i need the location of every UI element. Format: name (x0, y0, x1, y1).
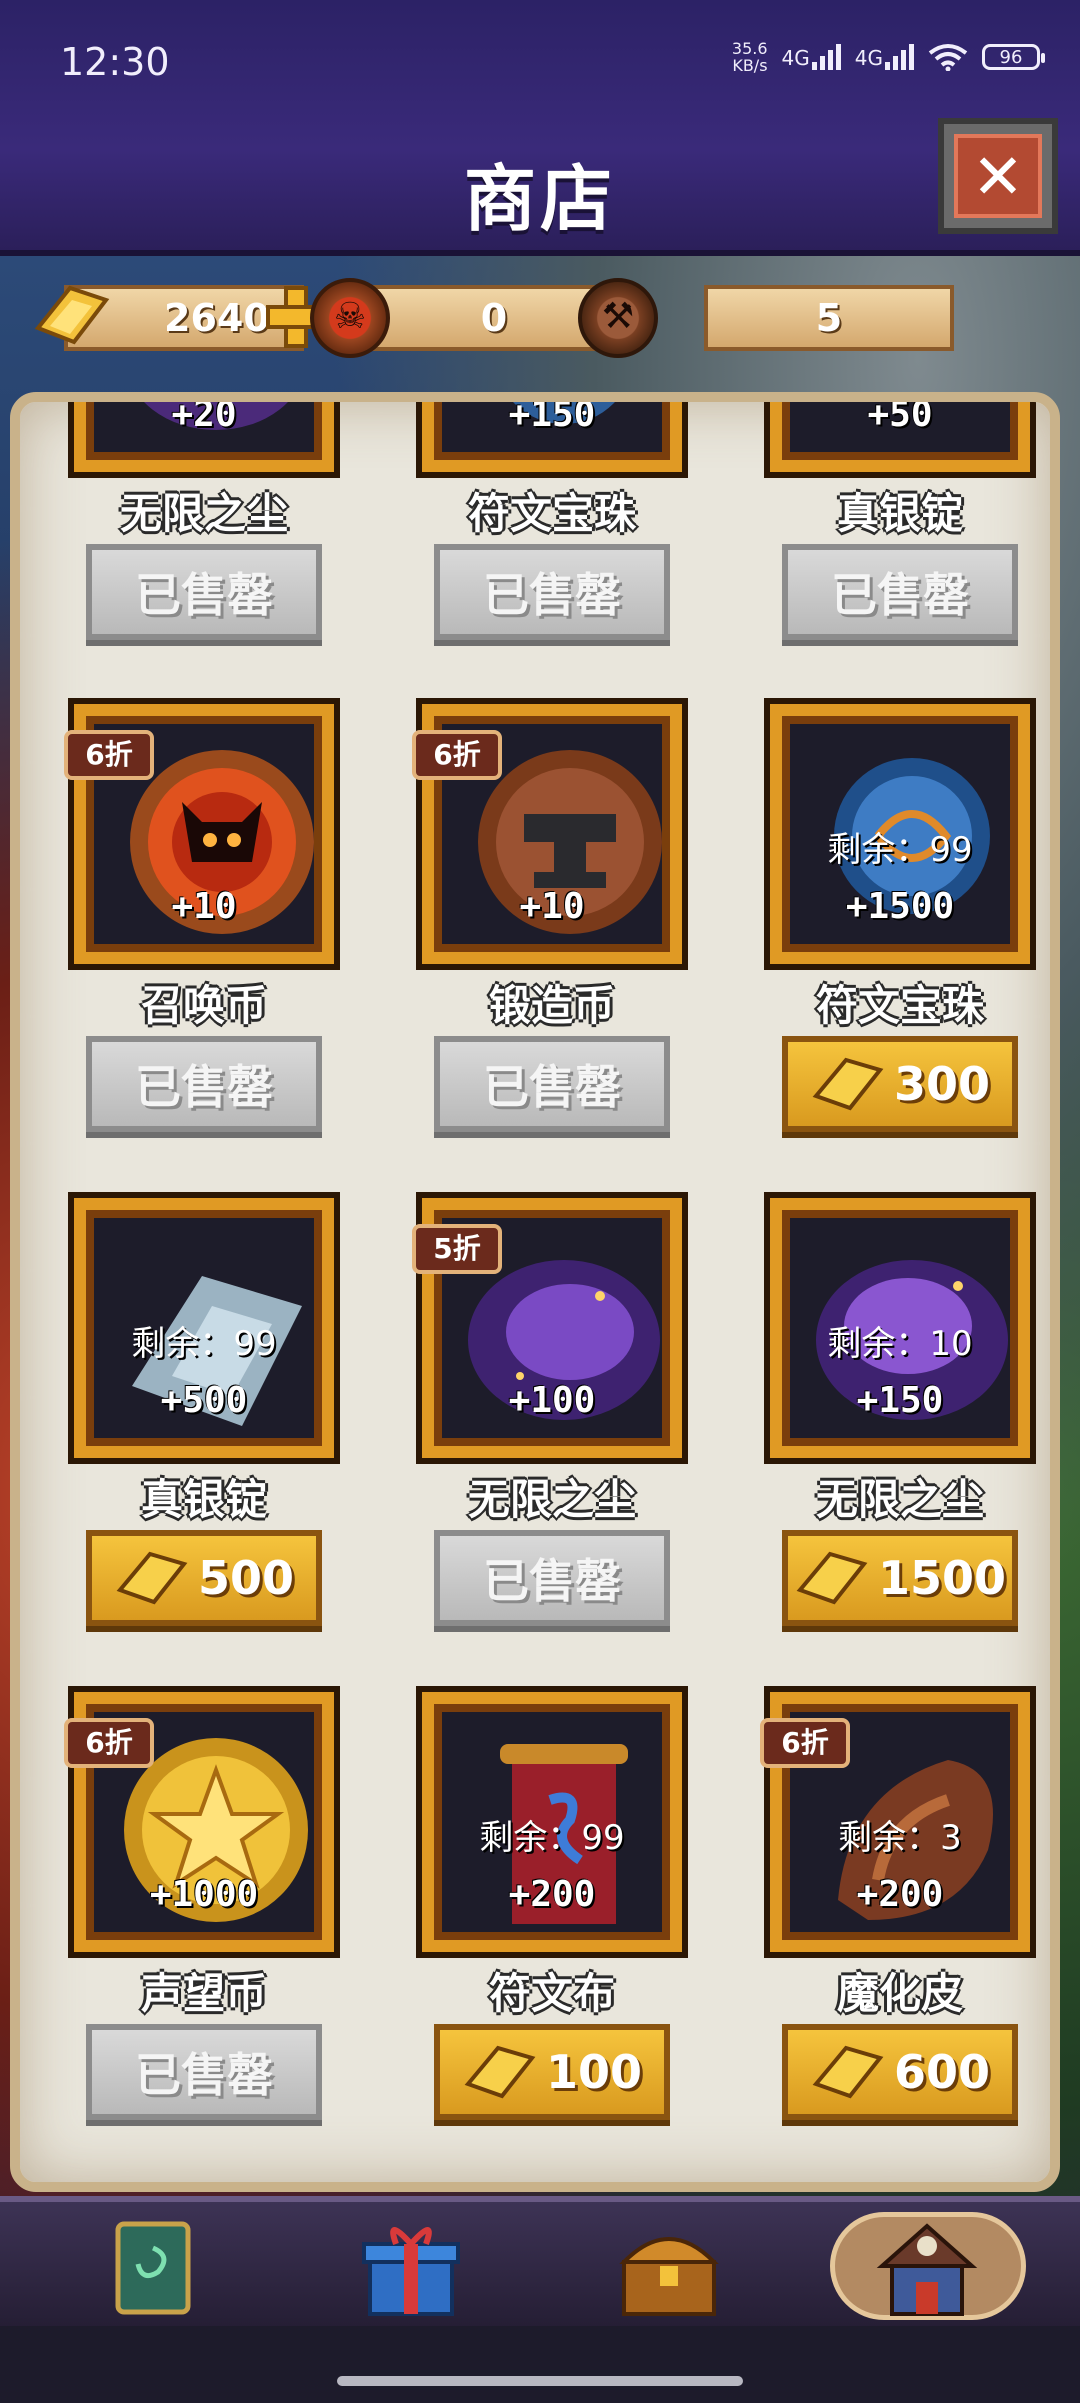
signal-icon: 4G (782, 44, 841, 70)
sold-out-button[interactable]: 已售罄 (782, 544, 1018, 640)
treasure-chest-icon[interactable] (614, 2216, 724, 2320)
shop-house-icon[interactable] (872, 2216, 982, 2320)
sold-out-button[interactable]: 已售罄 (434, 1530, 670, 1626)
discount-badge: 6折 (412, 730, 502, 780)
network-speed: 35.6 KB/s (731, 39, 768, 75)
gold-ingot-icon (812, 2045, 884, 2099)
gold-ingot-icon (116, 1551, 188, 1605)
buy-button[interactable]: 100 (434, 2024, 670, 2120)
sold-out-button[interactable]: 已售罄 (434, 544, 670, 640)
forge-coin-balance: 5 (704, 285, 954, 351)
card-icon[interactable] (98, 2216, 208, 2320)
bottom-nav (0, 2196, 1080, 2332)
item-amount: +10 (171, 886, 237, 927)
discount-badge: 6折 (64, 1718, 154, 1768)
close-icon: ✕ (954, 134, 1042, 218)
item-amount: +1000 (149, 1874, 259, 1915)
gold-ingot-icon (812, 1057, 884, 1111)
item-amount: +200 (508, 1874, 596, 1915)
item-amount: +150 (856, 1380, 944, 1421)
item-amount: +50 (867, 394, 933, 435)
item-name: 符文布 (488, 1969, 615, 2018)
item-name: 魔化皮 (836, 1969, 963, 2018)
item-amount: +10 (519, 886, 585, 927)
item-amount: +150 (508, 394, 596, 435)
buy-button[interactable]: 300 (782, 1036, 1018, 1132)
remaining-stock: 剩余：99 (479, 1818, 625, 1858)
shop-panel[interactable]: +20 无限之尘 已售罄 +150 符文宝珠 已售罄 +50 真银锭 已售罄 6… (10, 392, 1060, 2192)
sold-out-button[interactable]: 已售罄 (434, 1036, 670, 1132)
status-icons: 35.6 KB/s 4G 4G 96 (731, 39, 1045, 75)
summon-coin-icon: ☠ (310, 278, 390, 358)
sold-out-button[interactable]: 已售罄 (86, 544, 322, 640)
header: 12:30 35.6 KB/s 4G 4G 96 商店 ✕ (0, 0, 1080, 256)
discount-badge: 6折 (64, 730, 154, 780)
remaining-stock: 剩余：99 (131, 1324, 277, 1364)
discount-badge: 6折 (760, 1718, 850, 1768)
item-amount: +100 (508, 1380, 596, 1421)
system-nav-area (0, 2326, 1080, 2403)
sold-out-button[interactable]: 已售罄 (86, 1036, 322, 1132)
item-name: 锻造币 (488, 981, 615, 1030)
buy-button[interactable]: 600 (782, 2024, 1018, 2120)
item-amount: +1500 (845, 886, 955, 927)
remaining-stock: 剩余：99 (827, 830, 973, 870)
gift-icon[interactable] (356, 2216, 466, 2320)
gold-ingot-icon (796, 1551, 868, 1605)
item-name: 无限之尘 (467, 1475, 636, 1524)
item-name: 真银锭 (836, 489, 963, 538)
gold-ingot-icon (34, 285, 110, 345)
item-name: 声望币 (140, 1969, 267, 2018)
status-time: 12:30 (60, 40, 170, 84)
signal-icon: 4G (855, 44, 914, 70)
item-amount: +500 (160, 1380, 248, 1421)
wifi-icon (928, 44, 968, 71)
sold-out-button[interactable]: 已售罄 (86, 2024, 322, 2120)
item-name: 召唤币 (140, 981, 267, 1030)
gold-ingot-icon (464, 2045, 536, 2099)
item-name: 无限之尘 (815, 1475, 984, 1524)
home-indicator[interactable] (337, 2376, 743, 2386)
item-name: 真银锭 (140, 1475, 267, 1524)
buy-button[interactable]: 1500 (782, 1530, 1018, 1626)
close-button[interactable]: ✕ (938, 118, 1058, 234)
item-name: 无限之尘 (119, 489, 288, 538)
buy-button[interactable]: 500 (86, 1530, 322, 1626)
remaining-stock: 剩余：10 (827, 1324, 973, 1364)
item-name: 符文宝珠 (815, 981, 984, 1030)
forge-coin-icon: ⚒ (578, 278, 658, 358)
item-name: 符文宝珠 (467, 489, 636, 538)
item-amount: +200 (856, 1874, 944, 1915)
currency-bar: 2640 ☠ 0 ⚒ 5 (30, 272, 954, 364)
page-title: 商店 (463, 157, 616, 241)
discount-badge: 5折 (412, 1224, 502, 1274)
battery-icon: 96 (982, 44, 1045, 70)
remaining-stock: 剩余：3 (838, 1818, 962, 1858)
item-amount: +20 (171, 394, 237, 435)
